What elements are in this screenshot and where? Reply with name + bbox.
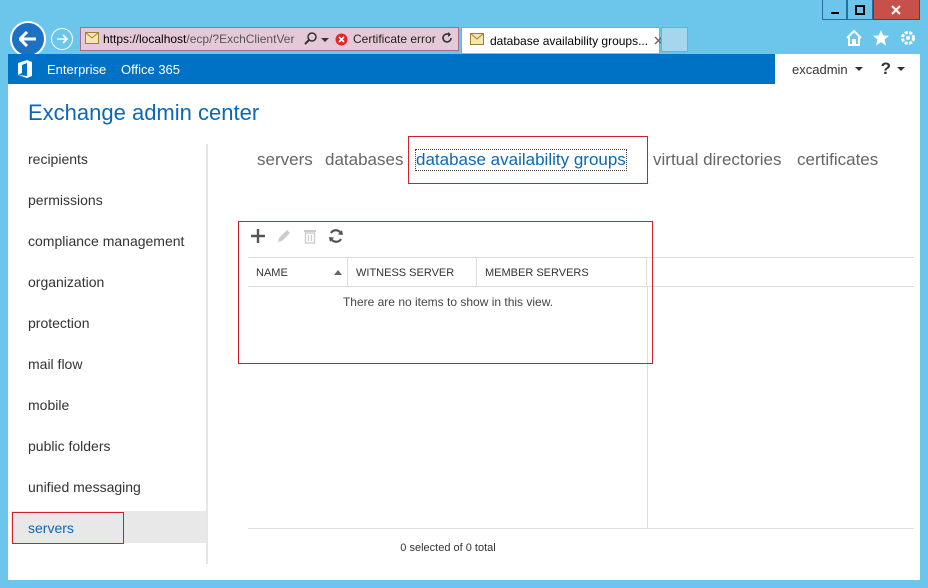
callout-grid [238,221,653,364]
minimize-icon [830,11,839,14]
close-icon [891,4,902,15]
nav-item-unified-messaging[interactable]: unified messaging [28,479,141,495]
tab-title: database availability groups... [490,33,649,48]
close-window-button[interactable] [872,0,920,20]
back-arrow-icon [19,31,36,47]
dropdown-arrow-icon[interactable] [321,32,329,46]
grid-bottom-border [248,528,914,529]
office-logo-icon[interactable] [17,60,33,83]
nav-item-mail-flow[interactable]: mail flow [28,356,82,372]
enterprise-link[interactable]: Enterprise [47,62,106,77]
nav-item-mobile[interactable]: mobile [28,397,69,413]
tab-servers[interactable]: servers [257,150,313,170]
browser-tab-active[interactable]: database availability groups... [461,27,663,53]
office-topbar: Enterprise Office 365 excadmin ? [8,54,920,84]
minimize-button[interactable] [822,0,848,20]
gear-icon[interactable] [899,29,917,47]
chevron-down-icon [854,67,863,71]
forward-button[interactable] [51,28,73,50]
nav-item-public-folders[interactable]: public folders [28,438,111,454]
nav-item-protection[interactable]: protection [28,315,89,331]
address-bar[interactable]: https://localhost/ecp/?ExchClientVer Cer… [80,27,459,51]
help-menu[interactable]: ? [881,59,906,79]
office365-link[interactable]: Office 365 [121,62,180,77]
home-icon[interactable] [845,29,863,47]
error-icon [335,33,348,45]
browser-toolbar-icons [845,29,917,47]
nav-item-organization[interactable]: organization [28,274,104,290]
grid-status: 0 selected of 0 total [400,542,496,554]
tab-virtual-directories[interactable]: virtual directories [653,150,782,170]
maximize-button[interactable] [847,0,873,20]
app-frame: Enterprise Office 365 excadmin ? Exchang… [8,54,920,580]
back-button[interactable] [10,21,46,57]
page-title: Exchange admin center [28,100,260,125]
refresh-icon[interactable] [441,31,453,47]
search-icon[interactable] [304,31,318,48]
chevron-down-icon [897,67,906,71]
new-tab-button[interactable] [661,27,688,52]
window-controls [822,0,920,21]
page-favicon-icon [85,31,99,47]
nav-item-compliance-management[interactable]: compliance management [28,233,184,249]
url-text[interactable]: https://localhost/ecp/?ExchClientVer [103,32,300,46]
nav-item-recipients[interactable]: recipients [28,151,88,167]
nav-item-permissions[interactable]: permissions [28,192,103,208]
tab-databases[interactable]: databases [325,150,403,170]
forward-arrow-icon [57,34,68,44]
certificate-error-indicator[interactable]: Certificate error [335,32,436,46]
tab-certificates[interactable]: certificates [797,150,878,170]
tab-favicon-icon [470,33,484,48]
favorites-star-icon[interactable] [872,29,890,47]
user-area: excadmin ? [775,54,920,84]
user-menu[interactable]: excadmin [792,62,863,77]
callout-servers-nav [12,512,124,544]
maximize-icon [855,4,866,15]
callout-dag-tab [408,136,648,184]
nav-divider [206,144,208,564]
